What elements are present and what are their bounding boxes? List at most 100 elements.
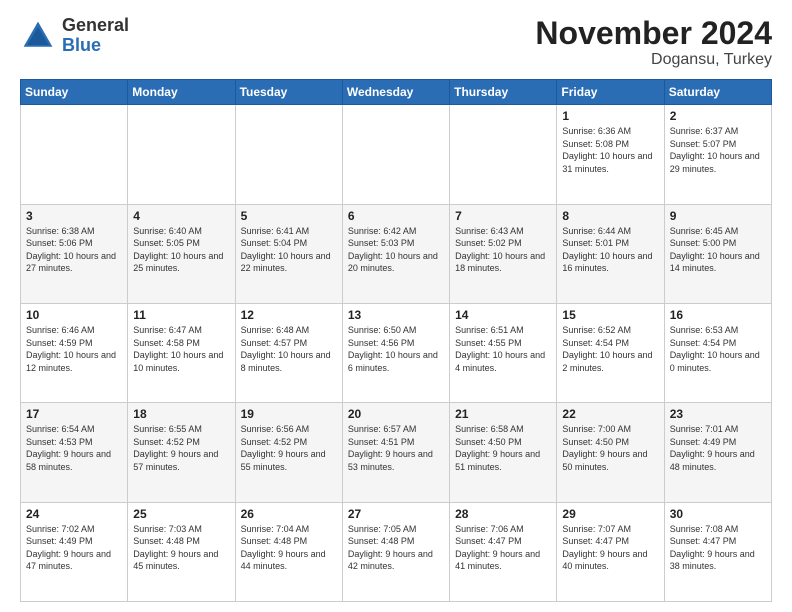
header-wednesday: Wednesday — [342, 80, 449, 105]
calendar-cell — [450, 105, 557, 204]
title-block: November 2024 Dogansu, Turkey — [535, 16, 772, 69]
day-info: Sunrise: 6:47 AM Sunset: 4:58 PM Dayligh… — [133, 324, 229, 374]
calendar-cell: 18 Sunrise: 6:55 AM Sunset: 4:52 PM Dayli… — [128, 403, 235, 502]
day-info: Sunrise: 6:42 AM Sunset: 5:03 PM Dayligh… — [348, 225, 444, 275]
day-info: Sunrise: 6:56 AM Sunset: 4:52 PM Dayligh… — [241, 423, 337, 473]
calendar-cell: 3 Sunrise: 6:38 AM Sunset: 5:06 PM Daylig… — [21, 204, 128, 303]
day-number: 9 — [670, 209, 766, 223]
calendar-cell: 19 Sunrise: 6:56 AM Sunset: 4:52 PM Dayli… — [235, 403, 342, 502]
day-info: Sunrise: 6:57 AM Sunset: 4:51 PM Dayligh… — [348, 423, 444, 473]
day-number: 5 — [241, 209, 337, 223]
day-number: 7 — [455, 209, 551, 223]
calendar-cell: 26 Sunrise: 7:04 AM Sunset: 4:48 PM Dayli… — [235, 502, 342, 601]
calendar-cell — [128, 105, 235, 204]
day-info: Sunrise: 6:55 AM Sunset: 4:52 PM Dayligh… — [133, 423, 229, 473]
page-title: November 2024 — [535, 16, 772, 51]
day-info: Sunrise: 7:06 AM Sunset: 4:47 PM Dayligh… — [455, 523, 551, 573]
calendar-cell: 27Sunrise: 7:05 AM Sunset: 4:48 PM Dayli… — [342, 502, 449, 601]
calendar-cell: 9Sunrise: 6:45 AM Sunset: 5:00 PM Daylig… — [664, 204, 771, 303]
calendar-cell: 17 Sunrise: 6:54 AM Sunset: 4:53 PM Dayli… — [21, 403, 128, 502]
calendar-cell: 28 Sunrise: 7:06 AM Sunset: 4:47 PM Dayli… — [450, 502, 557, 601]
page-subtitle: Dogansu, Turkey — [535, 51, 772, 69]
day-number: 6 — [348, 209, 444, 223]
calendar-cell: 4 Sunrise: 6:40 AM Sunset: 5:05 PM Daylig… — [128, 204, 235, 303]
day-info: Sunrise: 6:40 AM Sunset: 5:05 PM Dayligh… — [133, 225, 229, 275]
day-info: Sunrise: 6:38 AM Sunset: 5:06 PM Dayligh… — [26, 225, 122, 275]
day-number: 18 — [133, 407, 229, 421]
calendar-cell: 22 Sunrise: 7:00 AM Sunset: 4:50 PM Dayli… — [557, 403, 664, 502]
calendar-cell: 2Sunrise: 6:37 AM Sunset: 5:07 PM Daylig… — [664, 105, 771, 204]
day-number: 11 — [133, 308, 229, 322]
day-number: 25 — [133, 507, 229, 521]
day-info: Sunrise: 6:54 AM Sunset: 4:53 PM Dayligh… — [26, 423, 122, 473]
day-info: Sunrise: 6:51 AM Sunset: 4:55 PM Dayligh… — [455, 324, 551, 374]
calendar-header: SundayMondayTuesdayWednesdayThursdayFrid… — [21, 80, 772, 105]
day-number: 1 — [562, 109, 658, 123]
day-number: 3 — [26, 209, 122, 223]
day-number: 19 — [241, 407, 337, 421]
week-row-1: 3 Sunrise: 6:38 AM Sunset: 5:06 PM Daylig… — [21, 204, 772, 303]
day-info: Sunrise: 7:02 AM Sunset: 4:49 PM Dayligh… — [26, 523, 122, 573]
calendar-cell: 1Sunrise: 6:36 AM Sunset: 5:08 PM Daylig… — [557, 105, 664, 204]
header-monday: Monday — [128, 80, 235, 105]
calendar-cell: 21Sunrise: 6:58 AM Sunset: 4:50 PM Dayli… — [450, 403, 557, 502]
day-number: 15 — [562, 308, 658, 322]
day-info: Sunrise: 7:01 AM Sunset: 4:49 PM Dayligh… — [670, 423, 766, 473]
calendar-cell — [235, 105, 342, 204]
day-number: 26 — [241, 507, 337, 521]
logo-blue: Blue — [62, 36, 129, 56]
day-number: 20 — [348, 407, 444, 421]
day-info: Sunrise: 6:50 AM Sunset: 4:56 PM Dayligh… — [348, 324, 444, 374]
day-info: Sunrise: 6:37 AM Sunset: 5:07 PM Dayligh… — [670, 125, 766, 175]
day-number: 29 — [562, 507, 658, 521]
page: General Blue November 2024 Dogansu, Turk… — [0, 0, 792, 612]
day-info: Sunrise: 7:00 AM Sunset: 4:50 PM Dayligh… — [562, 423, 658, 473]
day-number: 22 — [562, 407, 658, 421]
header-thursday: Thursday — [450, 80, 557, 105]
calendar-cell: 12 Sunrise: 6:48 AM Sunset: 4:57 PM Dayli… — [235, 303, 342, 402]
logo: General Blue — [20, 16, 129, 56]
header-sunday: Sunday — [21, 80, 128, 105]
day-number: 4 — [133, 209, 229, 223]
header-saturday: Saturday — [664, 80, 771, 105]
day-number: 8 — [562, 209, 658, 223]
logo-general: General — [62, 16, 129, 36]
calendar-cell: 25 Sunrise: 7:03 AM Sunset: 4:48 PM Dayli… — [128, 502, 235, 601]
day-number: 17 — [26, 407, 122, 421]
week-row-0: 1Sunrise: 6:36 AM Sunset: 5:08 PM Daylig… — [21, 105, 772, 204]
calendar-cell: 10Sunrise: 6:46 AM Sunset: 4:59 PM Dayli… — [21, 303, 128, 402]
day-info: Sunrise: 7:08 AM Sunset: 4:47 PM Dayligh… — [670, 523, 766, 573]
calendar-cell: 30 Sunrise: 7:08 AM Sunset: 4:47 PM Dayli… — [664, 502, 771, 601]
day-info: Sunrise: 6:44 AM Sunset: 5:01 PM Dayligh… — [562, 225, 658, 275]
day-number: 28 — [455, 507, 551, 521]
day-number: 21 — [455, 407, 551, 421]
calendar-cell — [342, 105, 449, 204]
calendar-cell: 29Sunrise: 7:07 AM Sunset: 4:47 PM Dayli… — [557, 502, 664, 601]
header-row: SundayMondayTuesdayWednesdayThursdayFrid… — [21, 80, 772, 105]
week-row-2: 10Sunrise: 6:46 AM Sunset: 4:59 PM Dayli… — [21, 303, 772, 402]
day-info: Sunrise: 7:04 AM Sunset: 4:48 PM Dayligh… — [241, 523, 337, 573]
day-info: Sunrise: 6:52 AM Sunset: 4:54 PM Dayligh… — [562, 324, 658, 374]
calendar-cell — [21, 105, 128, 204]
week-row-3: 17 Sunrise: 6:54 AM Sunset: 4:53 PM Dayli… — [21, 403, 772, 502]
header-friday: Friday — [557, 80, 664, 105]
calendar-cell: 5 Sunrise: 6:41 AM Sunset: 5:04 PM Daylig… — [235, 204, 342, 303]
day-info: Sunrise: 7:03 AM Sunset: 4:48 PM Dayligh… — [133, 523, 229, 573]
day-number: 30 — [670, 507, 766, 521]
week-row-4: 24Sunrise: 7:02 AM Sunset: 4:49 PM Dayli… — [21, 502, 772, 601]
calendar-cell: 13Sunrise: 6:50 AM Sunset: 4:56 PM Dayli… — [342, 303, 449, 402]
calendar-cell: 20 Sunrise: 6:57 AM Sunset: 4:51 PM Dayli… — [342, 403, 449, 502]
calendar-body: 1Sunrise: 6:36 AM Sunset: 5:08 PM Daylig… — [21, 105, 772, 602]
day-info: Sunrise: 6:41 AM Sunset: 5:04 PM Dayligh… — [241, 225, 337, 275]
calendar-cell: 23Sunrise: 7:01 AM Sunset: 4:49 PM Dayli… — [664, 403, 771, 502]
day-info: Sunrise: 6:48 AM Sunset: 4:57 PM Dayligh… — [241, 324, 337, 374]
day-number: 14 — [455, 308, 551, 322]
day-number: 10 — [26, 308, 122, 322]
calendar-cell: 24Sunrise: 7:02 AM Sunset: 4:49 PM Dayli… — [21, 502, 128, 601]
logo-text: General Blue — [62, 16, 129, 56]
day-number: 12 — [241, 308, 337, 322]
calendar-cell: 6 Sunrise: 6:42 AM Sunset: 5:03 PM Daylig… — [342, 204, 449, 303]
day-number: 27 — [348, 507, 444, 521]
calendar-cell: 15 Sunrise: 6:52 AM Sunset: 4:54 PM Dayli… — [557, 303, 664, 402]
calendar-cell: 14 Sunrise: 6:51 AM Sunset: 4:55 PM Dayli… — [450, 303, 557, 402]
